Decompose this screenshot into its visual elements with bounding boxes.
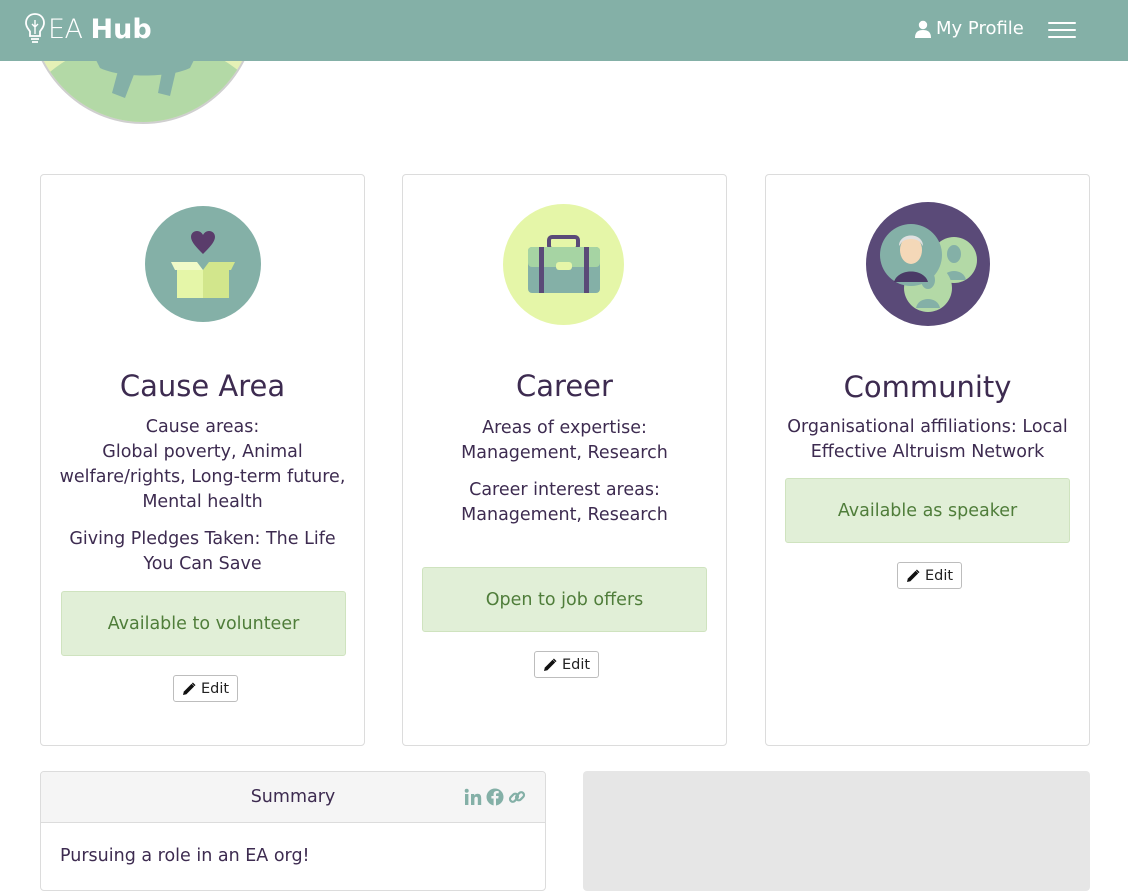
career-interest-label: Career interest areas: (469, 480, 660, 500)
summary-card: Summary Pursuing a role in an EA org! (40, 771, 546, 891)
navbar: EA Hub My Profile (0, 0, 1128, 61)
edit-label: Edit (201, 680, 230, 697)
charity-box-icon (145, 206, 261, 322)
open-to-job-offers-badge: Open to job offers (422, 567, 707, 632)
community-card: Community Organisational affiliations: L… (765, 174, 1090, 746)
expertise-value: Management, Research (461, 443, 668, 463)
community-people-icon (866, 202, 990, 326)
facebook-icon[interactable] (486, 788, 504, 806)
summary-header: Summary (41, 772, 545, 823)
edit-label: Edit (562, 656, 591, 673)
career-card: Career Areas of expertise: Management, R… (402, 174, 727, 746)
giving-pledges: Giving Pledges Taken: The Life You Can S… (69, 529, 336, 574)
cause-area-card: Cause Area Cause areas: Global poverty, … (40, 174, 365, 746)
link-icon[interactable] (508, 788, 526, 806)
briefcase-icon (503, 204, 624, 325)
social-links (460, 788, 526, 806)
pencil-icon (907, 569, 920, 582)
available-as-speaker-badge: Available as speaker (785, 478, 1070, 543)
available-to-volunteer-badge: Available to volunteer (61, 591, 346, 656)
edit-label: Edit (925, 567, 954, 584)
linkedin-icon[interactable] (464, 788, 482, 806)
brand-logo[interactable]: EA Hub (24, 12, 152, 46)
career-edit-button[interactable]: Edit (534, 651, 600, 678)
organisational-affiliations: Organisational affiliations: Local Effec… (787, 417, 1068, 462)
my-profile-link[interactable]: My Profile (915, 18, 1024, 39)
cause-areas-label: Cause areas: (145, 417, 260, 437)
cause-areas-value: Global poverty, Animal welfare/rights, L… (59, 442, 346, 512)
community-title: Community (843, 370, 1012, 404)
brand-ea: EA (48, 13, 83, 45)
career-interest-value: Management, Research (461, 505, 668, 525)
expertise-label: Areas of expertise: (482, 418, 647, 438)
community-edit-button[interactable]: Edit (897, 562, 963, 589)
summary-text: Pursuing a role in an EA org! (60, 846, 310, 866)
cause-area-edit-button[interactable]: Edit (173, 675, 239, 702)
cause-area-title: Cause Area (119, 369, 286, 403)
pencil-icon (183, 682, 196, 695)
map-placeholder-panel (583, 771, 1090, 891)
career-title: Career (516, 369, 613, 403)
user-icon (915, 20, 931, 38)
hamburger-icon[interactable] (1048, 20, 1078, 40)
pencil-icon (544, 658, 557, 671)
brand-hub: Hub (90, 13, 152, 45)
my-profile-label: My Profile (936, 18, 1024, 39)
lightbulb-icon (25, 13, 45, 43)
